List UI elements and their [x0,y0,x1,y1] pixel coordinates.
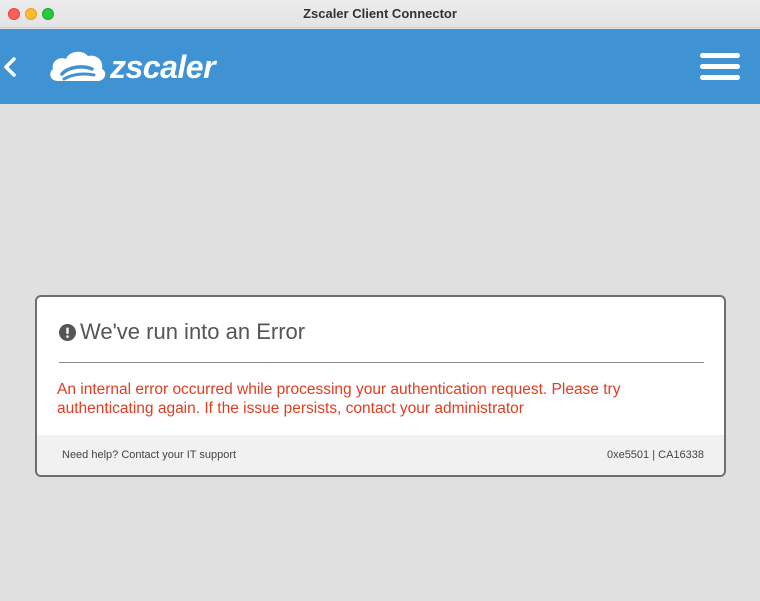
error-title-row: We've run into an Error [59,319,305,345]
window-title: Zscaler Client Connector [303,6,457,21]
help-text: Need help? Contact your IT support [62,449,237,461]
error-title: We've run into an Error [80,319,306,344]
back-button[interactable] [0,49,20,85]
error-card: We've run into an Error An internal erro… [35,295,726,477]
title-bar: Zscaler Client Connector [0,0,760,28]
error-message: An internal error occurred while process… [57,381,621,417]
app-window: Zscaler Client Connector zscaler We've r… [0,0,760,601]
app-header: zscaler [0,29,760,104]
logo-text: zscaler [110,48,216,85]
error-code: 0xe5501 | CA16338 [606,449,704,461]
zscaler-cloud-icon [50,51,106,81]
exclamation-circle-icon [59,323,76,341]
zscaler-logo: zscaler [48,45,216,89]
divider [59,362,704,363]
error-card-footer: Need help? Contact your IT support 0xe55… [37,435,724,475]
chevron-left-icon [4,57,16,77]
hamburger-menu-button[interactable] [698,51,742,83]
